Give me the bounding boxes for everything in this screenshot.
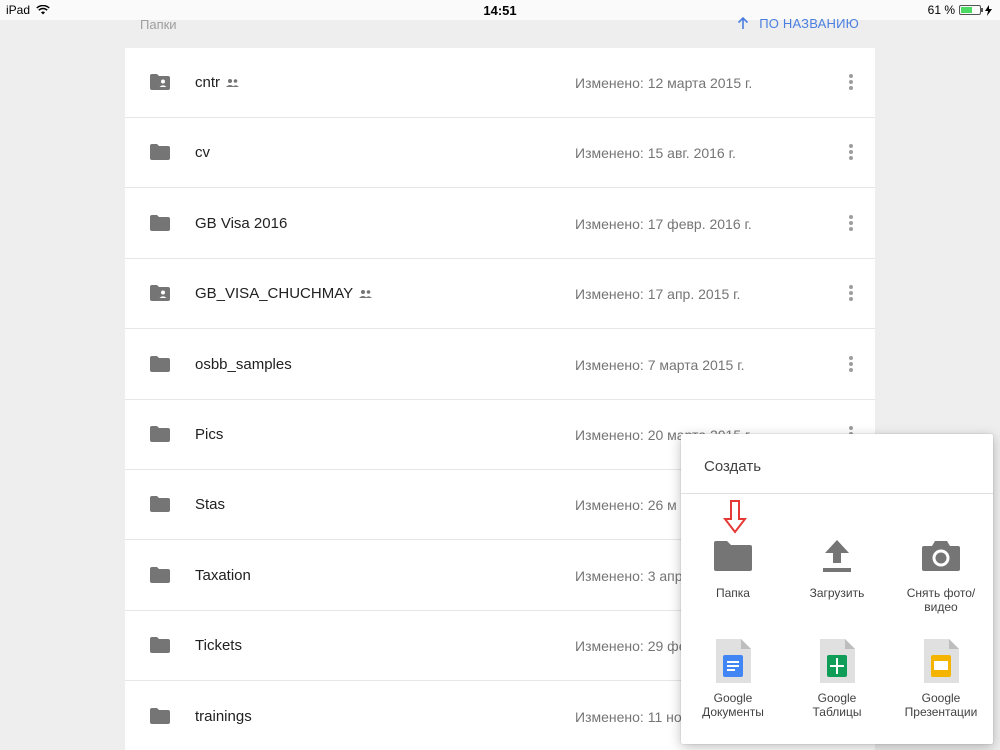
folder-name-wrap: trainings [195,708,252,725]
google-docs-label-line2: Документы [702,705,764,719]
folder-icon [150,637,170,654]
folder-row[interactable]: cntr Изменено: 12 марта 2015 г. [125,48,875,118]
google-slides-icon [924,639,959,683]
more-options-icon[interactable] [843,142,859,162]
folder-row[interactable]: osbb_samples Изменено: 7 марта 2015 г. [125,330,875,400]
google-docs-button[interactable]: Google Документы [681,639,785,719]
camera-icon [922,541,960,571]
people-icon [359,289,373,298]
folder-icon [150,496,170,513]
google-docs-icon [716,639,751,683]
folder-name-wrap: Stas [195,496,225,513]
divider [681,493,993,494]
google-slides-label-line1: Google [921,691,961,705]
folder-name: Pics [195,426,224,443]
folder-name-wrap: Tickets [195,637,242,654]
camera-button[interactable]: Снять фото/ видео [889,534,993,614]
folder-row[interactable]: GB_VISA_CHUCHMAY Изменено: 17 апр. 2015 г… [125,259,875,330]
folder-row[interactable]: cv Изменено: 15 авг. 2016 г. [125,118,875,189]
google-slides-button[interactable]: Google Презентации [889,639,993,719]
folder-name: trainings [195,707,252,725]
red-arrow-down-icon [723,500,747,534]
camera-label-line1: Снять фото/ [906,586,976,600]
google-docs-label: Google Документы [681,691,785,719]
folder-name-wrap: GB Visa 2016 [195,215,287,232]
google-slides-label-line2: Презентации [904,705,978,719]
folder-icon [150,355,170,372]
folder-name: cntr [195,74,221,91]
folder-modified-date: Изменено: 15 авг. 2016 г. [575,145,736,162]
folder-name: Tickets [195,637,242,655]
more-options-icon[interactable] [843,283,859,303]
folder-name: GB Visa 2016 [195,214,288,232]
folder-name: osbb_samples [195,355,292,373]
folder-name: cv [195,144,210,162]
more-options-icon[interactable] [843,72,859,92]
google-sheets-label-line2: Таблицы [812,705,862,719]
google-slides-label: Google Презентации [889,691,993,719]
create-menu: Создать Папка Загрузить Снять фото/ виде… [681,434,993,744]
folder-icon [150,707,170,724]
create-menu-title: Создать [704,458,762,475]
folder-name: Stas [195,496,226,514]
google-docs-label-line1: Google [713,691,753,705]
folder-modified-date: Изменено: 12 марта 2015 г. [575,75,753,91]
folder-icon [150,144,170,161]
folder-modified-date: Изменено: 17 апр. 2015 г. [575,286,741,303]
new-folder-button[interactable]: Папка [681,534,785,600]
people-icon [226,78,240,87]
folder-name-wrap: Taxation [195,567,251,584]
shared-folder-icon [150,74,170,90]
charging-icon [985,4,992,16]
folder-name: GB_VISA_CHUCHMAY [195,285,354,303]
folder-modified-date: Изменено: 11 но [575,708,682,725]
folder-icon [150,566,170,583]
upload-button[interactable]: Загрузить [785,534,889,600]
battery-icon [959,5,983,15]
google-sheets-label-line1: Google [817,691,857,705]
google-sheets-label: Google Таблицы [785,691,889,719]
folder-icon [714,541,752,571]
folder-name-wrap: osbb_samples [195,356,292,373]
sort-button[interactable]: ПО НАЗВАНИЮ [737,16,859,31]
folder-name-wrap: cntr [195,74,240,91]
battery-percent: 61 % [927,3,955,17]
folder-modified-date: Изменено: 17 февр. 2016 г. [575,215,752,232]
folder-icon [150,426,170,442]
folder-name-wrap: cv [195,144,210,161]
folder-modified-date: Изменено: 7 марта 2015 г. [575,356,745,373]
folder-modified-date: Изменено: 29 фе [575,638,687,655]
more-options-icon[interactable] [843,213,859,233]
upload-label: Загрузить [809,586,865,600]
shared-folder-icon [150,285,170,302]
upload-icon [823,540,851,572]
folder-name-wrap: GB_VISA_CHUCHMAY [195,285,373,303]
arrow-up-icon [738,17,749,29]
folder-name: Taxation [195,566,251,584]
camera-label: Снять фото/ видео [889,586,993,614]
sort-label: ПО НАЗВАНИЮ [759,16,859,31]
more-options-icon[interactable] [843,354,859,374]
folder-name-wrap: Pics [195,426,223,443]
camera-label-line2: видео [924,600,958,614]
google-sheets-button[interactable]: Google Таблицы [785,639,889,719]
folder-modified-date: Изменено: 26 м [575,497,677,514]
folder-row[interactable]: GB Visa 2016 Изменено: 17 февр. 2016 г. [125,189,875,259]
folder-modified-date: Изменено: 3 апр [575,567,683,584]
folder-icon [150,214,170,231]
section-title: Папки [140,17,177,32]
new-folder-label: Папка [716,586,750,600]
google-sheets-icon [820,639,855,683]
